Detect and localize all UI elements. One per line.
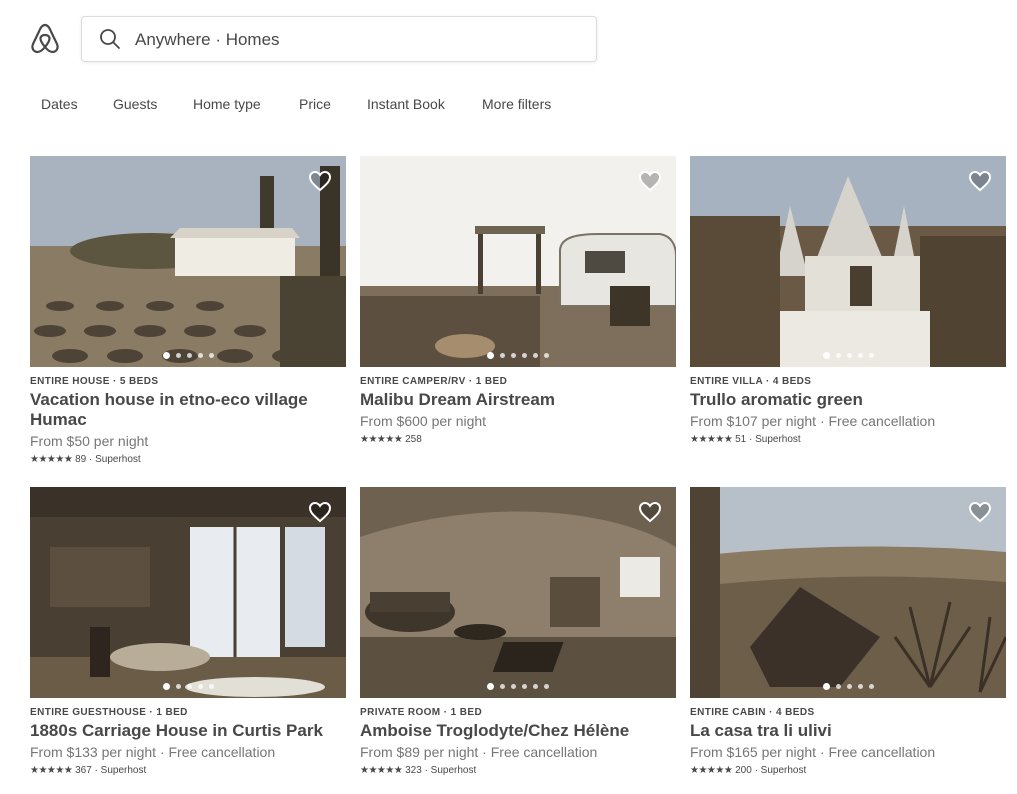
listing-photo-interior [30, 487, 346, 698]
listing-photo[interactable] [360, 487, 676, 698]
photo-carousel-dots[interactable] [690, 352, 1006, 359]
star-rating-icon: ★★★★★ [360, 434, 403, 445]
review-count: 323 · Superhost [405, 765, 477, 776]
star-rating-icon: ★★★★★ [30, 454, 73, 465]
listing-title[interactable]: La casa tra li ulivi [690, 721, 1006, 741]
filter-price-button[interactable]: Price [287, 92, 343, 116]
listing-price: From $107 per night · Free cancellation [690, 413, 936, 429]
listing-title[interactable]: 1880s Carriage House in Curtis Park [30, 721, 346, 741]
listing-card[interactable]: ENTIRE CABIN · 4 BEDS La casa tra li uli… [690, 487, 1006, 778]
listing-rating: ★★★★★ 200 · Superhost [690, 764, 1006, 778]
save-heart-icon[interactable] [968, 501, 992, 523]
listing-card[interactable]: PRIVATE ROOM · 1 BED Amboise Troglodyte/… [360, 487, 676, 778]
listing-title[interactable]: Amboise Troglodyte/Chez Hélène [360, 721, 676, 741]
listing-type: PRIVATE ROOM · 1 BED [360, 707, 483, 718]
filter-instant-book-button[interactable]: Instant Book [355, 92, 457, 116]
save-heart-icon[interactable] [308, 501, 332, 523]
listing-photo-cave-room [360, 487, 676, 698]
save-heart-icon[interactable] [638, 170, 662, 192]
listing-title[interactable]: Vacation house in etno-eco village Humac [30, 390, 346, 430]
listing-rating: ★★★★★ 51 · Superhost [690, 433, 1006, 447]
star-rating-icon: ★★★★★ [690, 434, 733, 445]
search-bar[interactable]: Anywhere · Homes [81, 16, 597, 62]
search-text: Anywhere · Homes [135, 30, 280, 49]
listing-card[interactable]: ENTIRE CAMPER/RV · 1 BED Malibu Dream Ai… [360, 156, 676, 447]
listing-price: From $50 per night [30, 433, 149, 449]
listing-type: ENTIRE CABIN · 4 BEDS [690, 707, 815, 718]
listing-photo-airstream [360, 156, 676, 367]
search-icon [100, 29, 120, 49]
filter-home-type-button[interactable]: Home type [181, 92, 273, 116]
review-count: 258 [405, 434, 422, 445]
star-rating-icon: ★★★★★ [30, 765, 73, 776]
listing-card[interactable]: ENTIRE HOUSE · 5 BEDS Vacation house in … [30, 156, 346, 467]
listing-rating: ★★★★★ 258 [360, 433, 676, 447]
save-heart-icon[interactable] [638, 501, 662, 523]
listing-type: ENTIRE VILLA · 4 BEDS [690, 376, 812, 387]
listing-price: From $89 per night · Free cancellation [360, 744, 598, 760]
listing-price: From $165 per night · Free cancellation [690, 744, 936, 760]
airbnb-logo[interactable] [29, 22, 61, 56]
review-count: 367 · Superhost [75, 765, 147, 776]
star-rating-icon: ★★★★★ [690, 765, 733, 776]
listing-photo-lavender-field [30, 156, 346, 367]
filter-guests-button[interactable]: Guests [101, 92, 169, 116]
listing-photo[interactable] [30, 156, 346, 367]
photo-carousel-dots[interactable] [30, 352, 346, 359]
listing-photo[interactable] [690, 487, 1006, 698]
listing-photo[interactable] [30, 487, 346, 698]
save-heart-icon[interactable] [968, 170, 992, 192]
listing-rating: ★★★★★ 323 · Superhost [360, 764, 676, 778]
listing-rating: ★★★★★ 89 · Superhost [30, 453, 346, 467]
listing-type: ENTIRE GUESTHOUSE · 1 BED [30, 707, 188, 718]
listing-price: From $600 per night [360, 413, 487, 429]
listing-title[interactable]: Malibu Dream Airstream [360, 390, 676, 410]
review-count: 51 · Superhost [735, 434, 801, 445]
listing-type: ENTIRE HOUSE · 5 BEDS [30, 376, 159, 387]
listing-photo-trullo [690, 156, 1006, 367]
photo-carousel-dots[interactable] [690, 683, 1006, 690]
filter-more-filters-button[interactable]: More filters [470, 92, 563, 116]
photo-carousel-dots[interactable] [360, 683, 676, 690]
star-rating-icon: ★★★★★ [360, 765, 403, 776]
listing-card[interactable]: ENTIRE GUESTHOUSE · 1 BED 1880s Carriage… [30, 487, 346, 778]
listing-type: ENTIRE CAMPER/RV · 1 BED [360, 376, 508, 387]
listing-title[interactable]: Trullo aromatic green [690, 390, 1006, 410]
filter-dates-button[interactable]: Dates [29, 92, 90, 116]
save-heart-icon[interactable] [308, 170, 332, 192]
listing-price: From $133 per night · Free cancellation [30, 744, 276, 760]
listing-card[interactable]: ENTIRE VILLA · 4 BEDS Trullo aromatic gr… [690, 156, 1006, 447]
photo-carousel-dots[interactable] [30, 683, 346, 690]
photo-carousel-dots[interactable] [360, 352, 676, 359]
review-count: 200 · Superhost [735, 765, 807, 776]
listing-photo[interactable] [690, 156, 1006, 367]
listing-photo[interactable] [360, 156, 676, 367]
listing-photo-valley-view [690, 487, 1006, 698]
review-count: 89 · Superhost [75, 454, 141, 465]
listing-rating: ★★★★★ 367 · Superhost [30, 764, 346, 778]
